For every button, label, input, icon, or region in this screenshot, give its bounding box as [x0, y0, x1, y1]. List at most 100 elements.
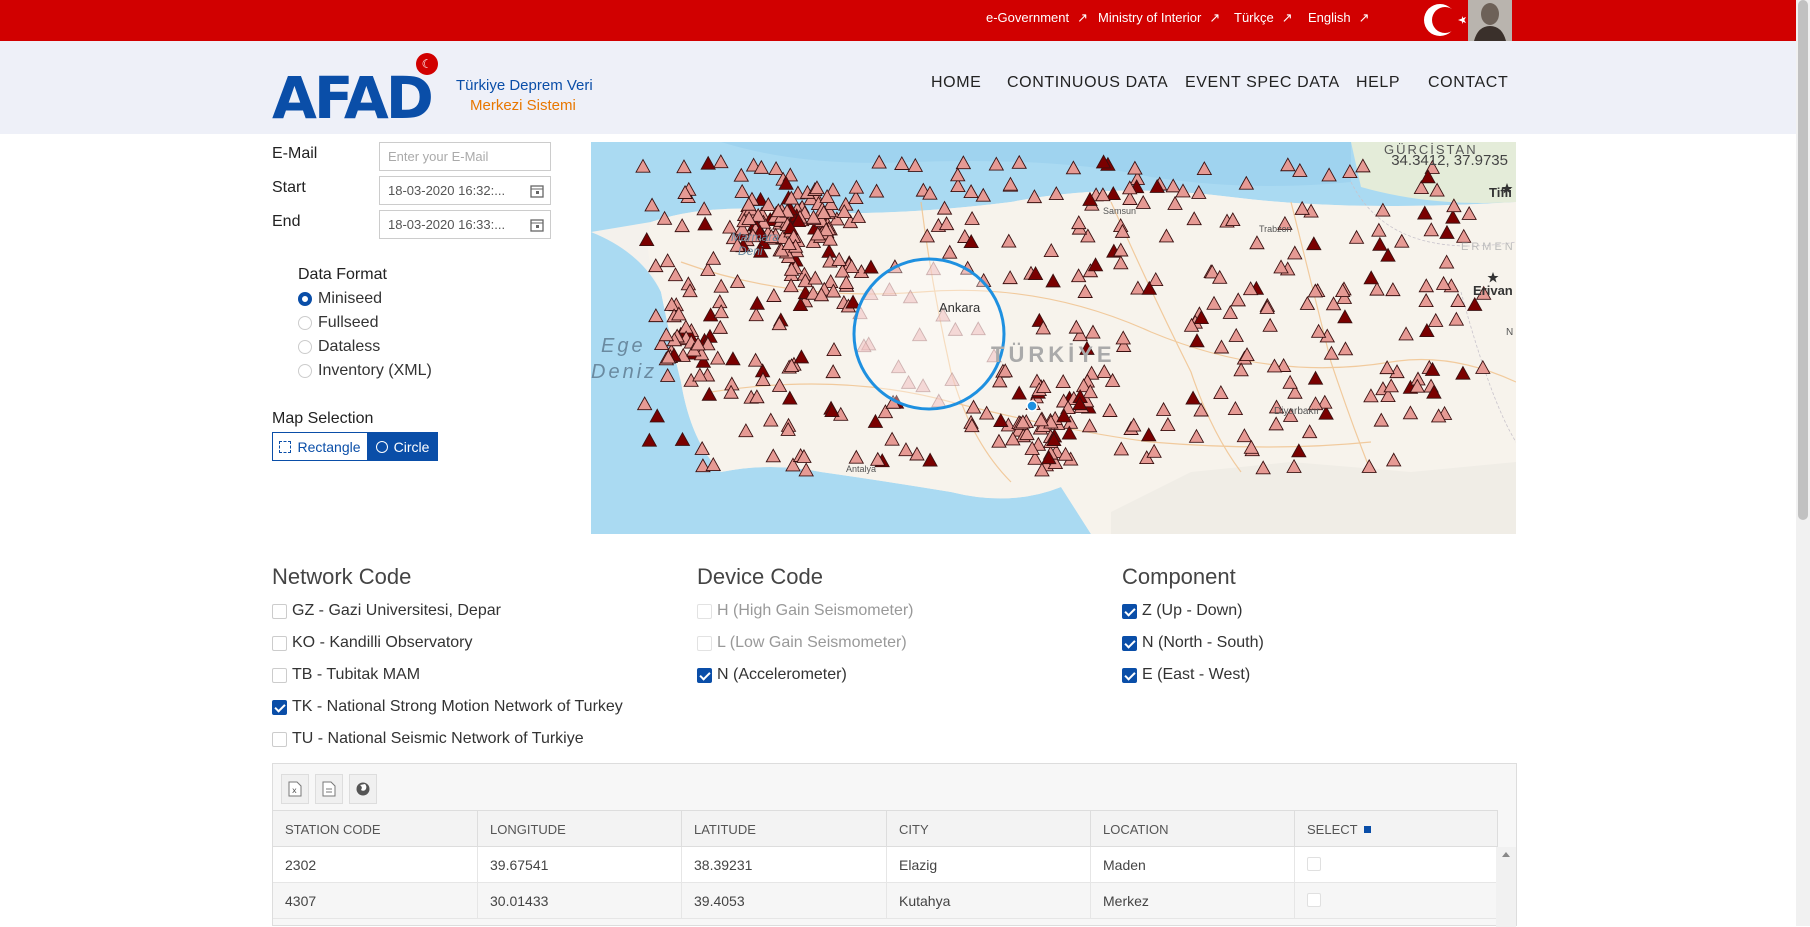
start-label: Start: [272, 179, 306, 196]
radio-selected-icon[interactable]: [298, 292, 312, 306]
cell-select: [1295, 883, 1498, 919]
tagline-line-1: Türkiye Deprem Veri: [456, 77, 593, 94]
excel-export-icon[interactable]: x: [281, 774, 309, 804]
nav-contact[interactable]: CONTACT: [1428, 74, 1508, 92]
rectangle-select-button[interactable]: Rectangle: [272, 432, 368, 461]
column-location[interactable]: LOCATION: [1091, 811, 1295, 848]
nav-event-spec-data[interactable]: EVENT SPEC DATA: [1185, 74, 1340, 92]
afad-logo[interactable]: AFAD: [272, 69, 434, 127]
cursor-coordinates: 34.3412, 37.9735: [1391, 152, 1508, 169]
column-city[interactable]: CITY: [887, 811, 1091, 848]
svg-text:Trabzon: Trabzon: [1259, 224, 1292, 234]
device-checkbox-n[interactable]: N (Accelerometer): [697, 666, 847, 684]
cell-city: Kutahya: [887, 883, 1091, 919]
row-select-checkbox[interactable]: [1307, 893, 1321, 907]
cell-station-code: 4307: [273, 883, 478, 919]
column-station-code[interactable]: STATION CODE: [273, 811, 478, 848]
svg-text:x: x: [292, 786, 297, 795]
svg-text:Deni: Deni: [738, 244, 763, 258]
format-radio-miniseed[interactable]: Miniseed: [298, 290, 382, 308]
checkbox-icon[interactable]: [272, 603, 287, 619]
english-link[interactable]: English ↗: [1308, 10, 1370, 26]
start-datetime-input[interactable]: 18-03-2020 16:32:...: [379, 176, 524, 205]
column-longitude[interactable]: LONGITUDE: [478, 811, 682, 848]
grid-scrollbar[interactable]: [1496, 847, 1516, 927]
network-checkbox-gz[interactable]: GZ - Gazi Universitesi, Depar: [272, 602, 501, 620]
checkbox-icon[interactable]: [272, 731, 287, 747]
circle-icon: [375, 440, 388, 453]
e-government-link[interactable]: e-Government ↗: [986, 10, 1088, 26]
tagline-line-2: Merkezi Sistemi: [470, 97, 576, 114]
component-checkbox-z[interactable]: Z (Up - Down): [1122, 602, 1242, 620]
svg-text:Ege: Ege: [601, 335, 646, 357]
nav-help[interactable]: HELP: [1356, 74, 1400, 92]
station-grid: x STATION CODE LONGITUDE LATITUDE CITY L…: [272, 763, 1517, 927]
map-canvas[interactable]: GÜRCİSTAN Tifli ERMENİ Erivan TÜRKİYE An…: [591, 142, 1516, 534]
svg-text:Ankara: Ankara: [939, 300, 981, 315]
checkbox-checked-icon[interactable]: [272, 699, 287, 715]
component-checkbox-e[interactable]: E (East - West): [1122, 666, 1250, 684]
device-checkbox-l: L (Low Gain Seismometer): [697, 634, 907, 652]
device-code-title: Device Code: [697, 564, 823, 589]
turkce-link[interactable]: Türkçe ↗: [1234, 10, 1293, 26]
table-row[interactable]: 4307 30.01433 39.4053 Kutahya Merkez: [273, 883, 1498, 919]
scroll-up-arrow-icon[interactable]: [1496, 847, 1516, 861]
page-scrollbar-thumb[interactable]: [1798, 0, 1808, 520]
calendar-icon[interactable]: [523, 210, 551, 239]
svg-text:Marmara: Marmara: [731, 230, 779, 244]
pdf-export-icon[interactable]: [315, 774, 343, 804]
end-datetime-input[interactable]: 18-03-2020 16:33:...: [379, 210, 524, 239]
checkbox-icon[interactable]: [272, 667, 287, 683]
component-checkbox-n[interactable]: N (North - South): [1122, 634, 1264, 652]
calendar-icon[interactable]: [523, 176, 551, 205]
radio-icon[interactable]: [298, 364, 312, 378]
top-bar: e-Government ↗ Ministry of Interior ↗ Türk…: [0, 0, 1796, 41]
page-scrollbar[interactable]: [1796, 0, 1810, 926]
ministry-link[interactable]: Ministry of Interior ↗: [1098, 10, 1220, 26]
checkbox-checked-icon[interactable]: [697, 667, 712, 683]
checkbox-checked-icon[interactable]: [1122, 667, 1137, 683]
network-checkbox-tu[interactable]: TU - National Seismic Network of Turkiye: [272, 730, 584, 748]
nav-home[interactable]: HOME: [931, 74, 981, 92]
network-checkbox-ko[interactable]: KO - Kandilli Observatory: [272, 634, 473, 652]
network-checkbox-tk[interactable]: TK - National Strong Motion Network of T…: [272, 698, 623, 716]
component-title: Component: [1122, 564, 1236, 589]
checkbox-checked-icon[interactable]: [1122, 635, 1137, 651]
cell-longitude: 30.01433: [478, 883, 682, 919]
radio-icon[interactable]: [298, 316, 312, 330]
cell-city: Elazig: [887, 847, 1091, 883]
format-radio-fullseed[interactable]: Fullseed: [298, 314, 378, 332]
svg-text:Erivan: Erivan: [1473, 283, 1513, 298]
nav-continuous-data[interactable]: CONTINUOUS DATA: [1007, 74, 1168, 92]
crescent-star-icon: ☾: [416, 53, 438, 75]
table-row[interactable]: 2302 39.67541 38.39231 Elazig Maden: [273, 847, 1498, 883]
svg-text:N: N: [1506, 327, 1513, 338]
select-all-checkbox-icon[interactable]: [1363, 826, 1371, 833]
format-radio-dataless[interactable]: Dataless: [298, 338, 380, 356]
network-checkbox-tb[interactable]: TB - Tubitak MAM: [272, 666, 420, 684]
radio-icon[interactable]: [298, 340, 312, 354]
site-header: AFAD ☾ Türkiye Deprem Veri Merkezi Siste…: [0, 41, 1796, 134]
data-format-title: Data Format: [298, 266, 387, 283]
row-select-checkbox[interactable]: [1307, 857, 1321, 871]
checkbox-disabled-icon: [697, 635, 712, 651]
globe-icon[interactable]: [349, 774, 377, 804]
column-latitude[interactable]: LATITUDE: [682, 811, 887, 848]
svg-text:Diyarbakır: Diyarbakır: [1274, 406, 1320, 417]
svg-text:Deniz: Deniz: [591, 361, 657, 383]
column-select[interactable]: SELECT: [1295, 811, 1498, 848]
checkbox-checked-icon[interactable]: [1122, 603, 1137, 619]
map-selection-title: Map Selection: [272, 410, 374, 427]
station-map[interactable]: GÜRCİSTAN Tifli ERMENİ Erivan TÜRKİYE An…: [591, 142, 1516, 534]
device-checkbox-h: H (High Gain Seismometer): [697, 602, 914, 620]
cell-select: [1295, 847, 1498, 883]
circle-select-button[interactable]: Circle: [367, 432, 438, 461]
turkish-flag-portrait-image: [1418, 0, 1512, 41]
email-label: E-Mail: [272, 145, 318, 162]
checkbox-icon[interactable]: [272, 635, 287, 651]
cell-location: Maden: [1091, 847, 1295, 883]
email-input[interactable]: [379, 142, 551, 171]
end-label: End: [272, 213, 301, 230]
format-radio-inventory[interactable]: Inventory (XML): [298, 362, 432, 380]
svg-text:TÜRKİYE: TÜRKİYE: [991, 342, 1116, 367]
